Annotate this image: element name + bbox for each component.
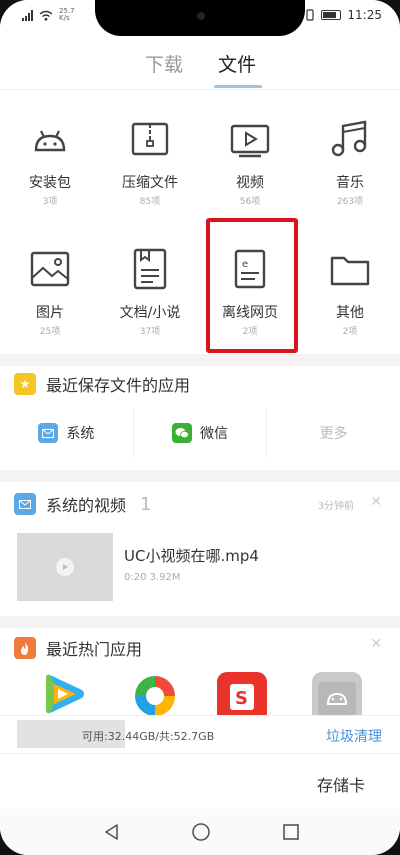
tab-active-indicator <box>214 85 262 88</box>
video-count: 1 <box>140 493 152 515</box>
archive-icon <box>127 116 173 162</box>
video-icon <box>227 116 273 162</box>
app-system[interactable]: 系统 <box>0 408 134 458</box>
recent-saved-apps: 系统 微信 更多 <box>0 408 400 458</box>
folder-icon <box>327 246 373 292</box>
time-ago: 3分钟前 <box>317 501 354 512</box>
system-videos-header: 系统的视频 1 3分钟前 ✕ <box>0 484 400 524</box>
image-icon <box>27 246 73 292</box>
close-icon[interactable]: ✕ <box>370 636 382 652</box>
video-file-name[interactable]: UC小视频在哪.mp4 <box>124 545 259 566</box>
category-name: 音乐 <box>336 175 364 191</box>
app-wechat[interactable]: 微信 <box>134 408 268 458</box>
document-icon <box>127 246 173 292</box>
office-app-icon[interactable]: S <box>217 672 267 716</box>
highlight-frame <box>206 218 298 353</box>
section-divider <box>0 470 400 482</box>
category-count: 85项 <box>139 197 161 207</box>
hot-apps-header: 最近热门应用 ✕ <box>0 628 400 668</box>
star-icon: ★ <box>14 373 36 395</box>
category-count: 3项 <box>42 197 58 207</box>
more-label: 更多 <box>319 426 348 442</box>
section-divider <box>0 616 400 628</box>
clock: 11:25 <box>347 8 382 22</box>
status-left: 25.7 K/s <box>22 8 75 22</box>
sd-card-label: 存储卡 <box>316 776 365 795</box>
phone-screen: 25.7 K/s 11:25 下载 文件 安装包 3项 压缩文件 85项 视频 … <box>0 0 400 855</box>
sports-app-icon[interactable] <box>130 672 180 716</box>
svg-text:S: S <box>235 688 248 709</box>
category-count: 25项 <box>39 327 61 337</box>
category-other[interactable]: 其他 2项 <box>300 246 400 337</box>
category-count: 263项 <box>336 197 364 207</box>
recents-icon[interactable] <box>281 822 301 842</box>
video-meta: 0:20 3.92M <box>124 572 181 583</box>
category-count: 37项 <box>139 327 161 337</box>
app-more[interactable]: 更多 <box>267 408 400 458</box>
android-icon <box>27 116 73 162</box>
tencent-video-icon[interactable] <box>40 672 90 716</box>
play-icon <box>56 558 74 576</box>
junk-clean-button[interactable]: 垃圾清理 <box>326 726 382 746</box>
recent-saved-title: 最近保存文件的应用 <box>46 376 191 395</box>
app-label: 系统 <box>66 426 95 442</box>
signal-icon <box>22 9 33 21</box>
tab-bar: 下载 文件 <box>0 36 400 90</box>
category-image[interactable]: 图片 25项 <box>0 246 100 337</box>
recent-saved-header: ★ 最近保存文件的应用 <box>0 364 400 404</box>
camera-icon <box>197 12 205 20</box>
camera-notch <box>95 0 305 36</box>
category-grid: 安装包 3项 压缩文件 85项 视频 56项 音乐 263项 图片 25项 文档… <box>0 96 400 354</box>
battery-icon <box>321 10 342 20</box>
category-archive[interactable]: 压缩文件 85项 <box>100 116 200 207</box>
mail-icon <box>38 423 59 443</box>
category-document[interactable]: 文档/小说 37项 <box>100 246 200 337</box>
category-count: 56项 <box>239 197 261 207</box>
category-video[interactable]: 视频 56项 <box>200 116 300 207</box>
tab-download[interactable]: 下载 <box>145 50 183 77</box>
category-music[interactable]: 音乐 263项 <box>300 116 400 207</box>
storage-text: 可用:32.44GB/共:52.7GB <box>82 730 215 743</box>
category-name: 安装包 <box>29 175 71 191</box>
wechat-icon <box>172 423 192 443</box>
navigation-bar <box>0 809 400 855</box>
status-bar: 25.7 K/s 11:25 <box>0 0 400 36</box>
network-speed: 25.7 K/s <box>59 8 75 22</box>
category-count: 2项 <box>342 327 358 337</box>
hot-apps-title: 最近热门应用 <box>46 640 143 659</box>
speed-unit: K/s <box>59 14 70 22</box>
flame-icon <box>14 637 36 659</box>
category-name: 视频 <box>236 175 264 191</box>
sd-card-row[interactable]: 存储卡 <box>0 753 400 809</box>
hot-apps-row: S <box>0 672 400 716</box>
system-videos-title: 系统的视频 <box>46 496 127 515</box>
home-icon[interactable] <box>191 822 211 842</box>
category-apk[interactable]: 安装包 3项 <box>0 116 100 207</box>
category-name: 图片 <box>36 305 64 321</box>
mail-icon <box>14 493 36 515</box>
category-name: 其他 <box>336 305 364 321</box>
android-icon[interactable] <box>312 672 362 716</box>
video-thumbnail[interactable] <box>17 533 113 601</box>
close-icon[interactable]: ✕ <box>370 494 382 510</box>
music-icon <box>327 116 373 162</box>
storage-bar: 可用:32.44GB/共:52.7GB 垃圾清理 <box>0 715 400 753</box>
category-name: 压缩文件 <box>122 175 178 191</box>
back-icon[interactable] <box>102 822 122 842</box>
vibrate-icon <box>306 9 315 21</box>
app-label: 微信 <box>200 426 228 442</box>
wifi-icon <box>39 10 53 21</box>
category-name: 文档/小说 <box>119 305 181 321</box>
status-right: 11:25 <box>305 8 382 22</box>
tab-files[interactable]: 文件 <box>218 50 256 77</box>
